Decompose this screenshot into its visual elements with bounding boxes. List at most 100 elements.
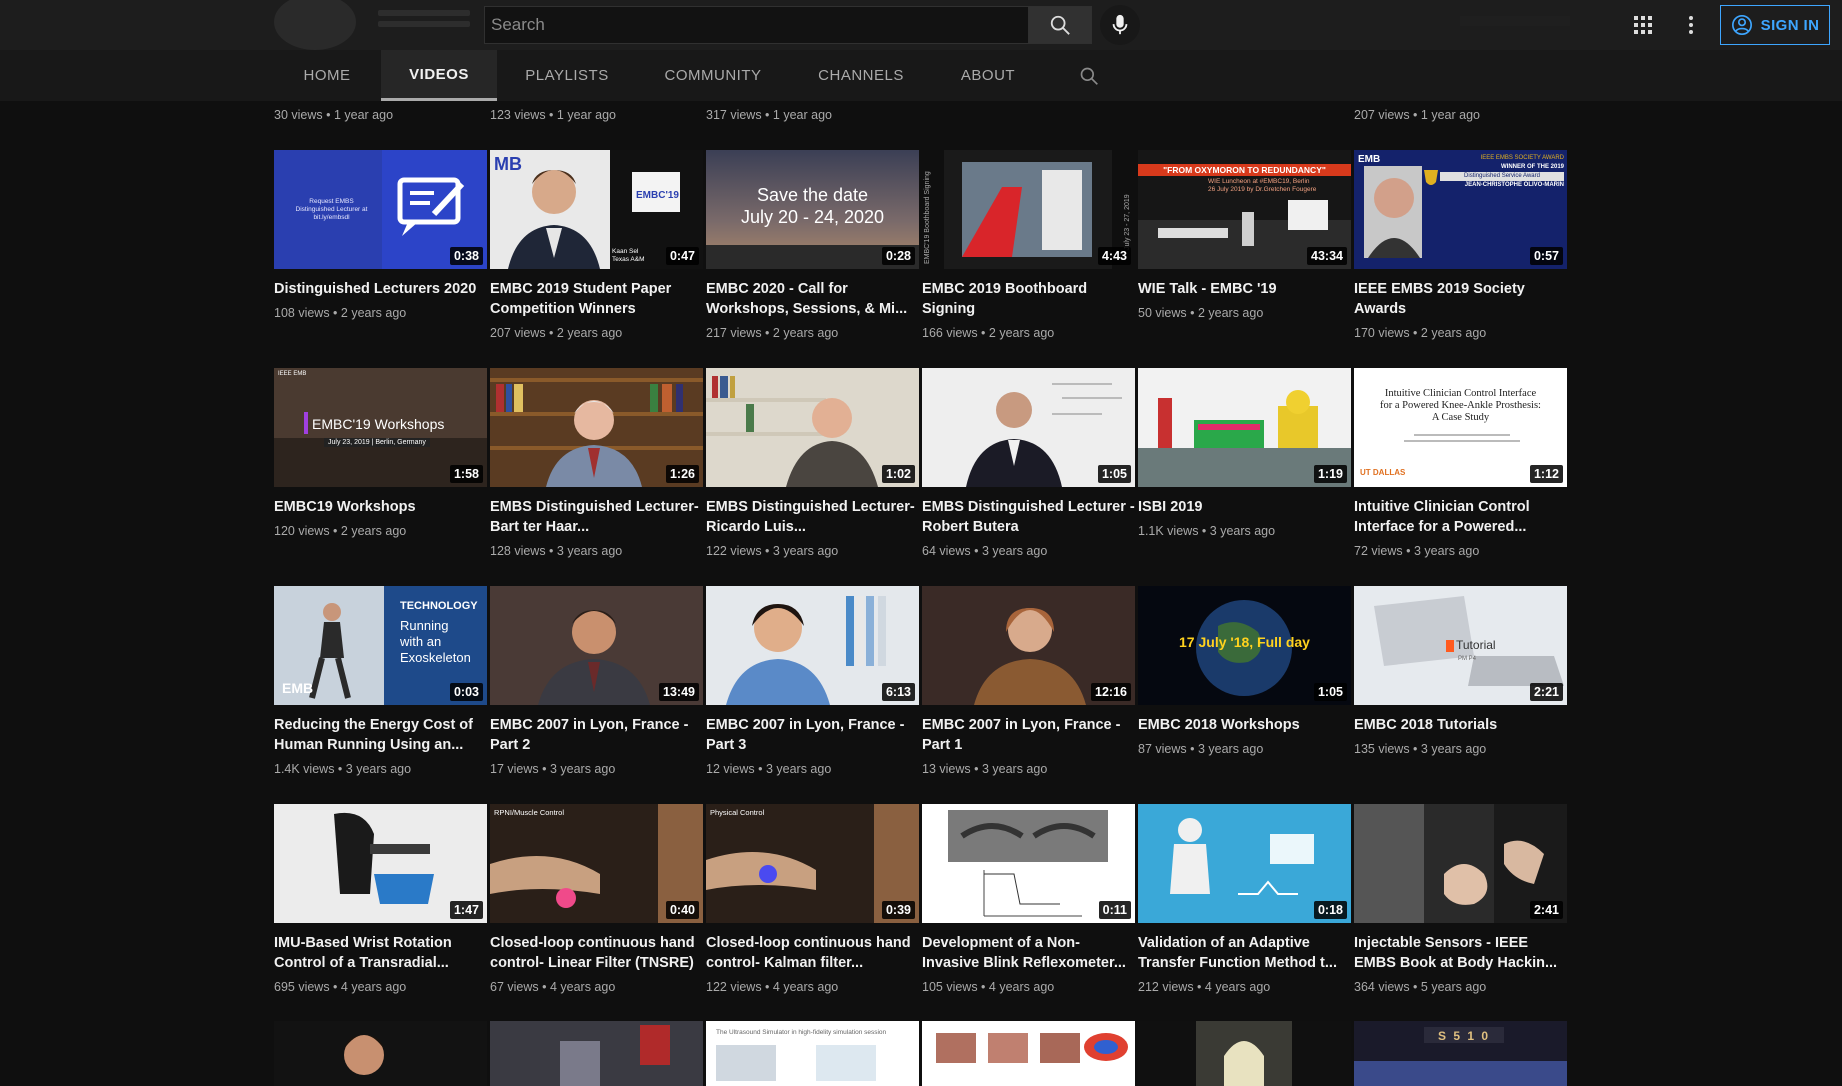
video-thumbnail[interactable]: 17 July '18, Full day 1:05 [1138,586,1351,705]
video-title[interactable]: EMBC 2020 - Call for Workshops, Sessions… [706,279,919,319]
video-thumbnail[interactable] [1138,1021,1351,1086]
video-card[interactable]: 13:49 EMBC 2007 in Lyon, France - Part 2… [490,586,703,777]
video-card[interactable]: MB EMBC'19 Kaan Sel Texas A&M 0:47 EMBC 2… [490,150,703,341]
tab-playlists[interactable]: PLAYLISTS [512,50,622,101]
video-thumbnail[interactable]: EMB IEEE EMBS SOCIETY AWARD WINNER OF TH… [1354,150,1567,269]
search-button[interactable] [1028,6,1092,44]
video-thumbnail[interactable]: 2:41 [1354,804,1567,923]
video-card[interactable]: 6:13 EMBC 2007 in Lyon, France - Part 3 … [706,586,919,777]
video-thumbnail[interactable]: Save the date July 20 - 24, 2020 0:28 [706,150,919,269]
video-thumbnail[interactable]: 12:16 [922,586,1135,705]
video-title[interactable]: EMBS Distinguished Lecturer - Robert But… [922,497,1135,537]
video-title[interactable]: EMBC 2007 in Lyon, France - Part 3 [706,715,919,755]
video-card[interactable]: 1:05 EMBS Distinguished Lecturer - Rober… [922,368,1135,559]
voice-search-button[interactable] [1100,5,1140,45]
video-title[interactable]: Validation of an Adaptive Transfer Funct… [1138,933,1351,973]
video-card[interactable]: IEEE EMB EMBC'19 Workshops July 23, 2019… [274,368,487,539]
thumbnail-caption: Request EMBS Distinguished Lecturer at bit… [295,198,368,221]
video-title[interactable]: EMBC 2007 in Lyon, France - Part 2 [490,715,703,755]
video-thumbnail[interactable]: Tutorial PM P4 2:21 [1354,586,1567,705]
video-card[interactable]: Tutorial PM P4 2:21 EMBC 2018 Tutorials … [1354,586,1567,757]
video-card[interactable]: 1:47 IMU-Based Wrist Rotation Control of… [274,804,487,995]
video-thumbnail[interactable] [274,1021,487,1086]
video-title[interactable]: EMBS Distinguished Lecturer- Bart ter Ha… [490,497,703,537]
thumbnail-caption: PM P4 [1458,656,1477,662]
video-title[interactable]: EMBC 2019 Boothboard Signing [922,279,1135,319]
channel-search-button[interactable] [1076,63,1102,89]
video-title[interactable]: EMBC 2019 Student Paper Competition Winn… [490,279,703,319]
video-card[interactable]: 12:16 EMBC 2007 in Lyon, France - Part 1… [922,586,1135,777]
video-title[interactable]: Intuitive Clinician Control Interface fo… [1354,497,1567,537]
video-card[interactable]: 0:11 Development of a Non-Invasive Blink… [922,804,1135,995]
video-title[interactable]: IEEE EMBS 2019 Society Awards [1354,279,1567,319]
video-card[interactable]: 1:02 EMBS Distinguished Lecturer- Ricard… [706,368,919,559]
video-thumbnail[interactable]: 0:18 [1138,804,1351,923]
video-card[interactable]: EMBC'19 Boothboard Signing July 23 - 27,… [922,150,1135,341]
video-thumbnail[interactable] [490,1021,703,1086]
video-title[interactable]: Closed-loop continuous hand control- Kal… [706,933,919,973]
video-title[interactable]: EMBC19 Workshops [274,497,487,517]
thumbnail-caption: Intuitive Clinician Control Interface for… [1380,388,1541,423]
video-card[interactable]: Physical Control 0:39 Closed-loop contin… [706,804,919,995]
video-thumbnail[interactable]: TECHNOLOGY Running with an Exoskeleton EMB… [274,586,487,705]
video-thumbnail[interactable]: 6:13 [706,586,919,705]
video-thumbnail[interactable]: MB EMBC'19 Kaan Sel Texas A&M 0:47 [490,150,703,269]
video-title[interactable]: ISBI 2019 [1138,497,1351,517]
video-card[interactable]: TECHNOLOGY Running with an Exoskeleton EMB… [274,586,487,777]
video-meta: 30 views • 1 year ago [274,108,394,122]
video-thumbnail[interactable]: 1:02 [706,368,919,487]
video-thumbnail[interactable]: IEEE EMB EMBC'19 Workshops July 23, 2019… [274,368,487,487]
video-title[interactable]: EMBS Distinguished Lecturer- Ricardo Lui… [706,497,919,537]
video-title[interactable]: Development of a Non-Invasive Blink Refl… [922,933,1135,973]
video-meta: 135 views • 3 years ago [1354,742,1487,756]
video-title[interactable]: Injectable Sensors - IEEE EMBS Book at B… [1354,933,1567,973]
video-card[interactable]: EMB IEEE EMBS SOCIETY AWARD WINNER OF TH… [1354,150,1567,341]
video-card[interactable]: 1:19 ISBI 2019 1.1K views • 3 years ago [1138,368,1351,539]
apps-button[interactable] [1628,12,1658,38]
tab-community[interactable]: COMMUNITY [652,50,774,101]
video-thumbnail[interactable] [922,1021,1135,1086]
video-title[interactable]: Reducing the Energy Cost of Human Runnin… [274,715,487,755]
video-title[interactable]: Closed-loop continuous hand control- Lin… [490,933,703,973]
video-card[interactable]: 1:26 EMBS Distinguished Lecturer- Bart t… [490,368,703,559]
video-card[interactable]: 2:41 Injectable Sensors - IEEE EMBS Book… [1354,804,1567,995]
video-title[interactable]: EMBC 2007 in Lyon, France - Part 1 [922,715,1135,755]
video-title[interactable]: WIE Talk - EMBC '19 [1138,279,1351,299]
video-thumbnail[interactable]: S 5 1 0 [1354,1021,1567,1086]
video-meta: 207 views • 1 year ago [1354,108,1480,122]
video-thumbnail[interactable]: 1:47 [274,804,487,923]
tab-home[interactable]: HOME [288,50,366,101]
video-thumbnail[interactable]: 0:11 [922,804,1135,923]
channel-avatar[interactable] [274,0,356,50]
video-thumbnail[interactable]: 1:19 [1138,368,1351,487]
video-thumbnail[interactable]: 1:05 [922,368,1135,487]
search-input[interactable] [485,7,1028,43]
search-box[interactable] [484,6,1028,44]
video-meta: 695 views • 4 years ago [274,980,407,994]
video-card[interactable]: Save the date July 20 - 24, 2020 0:28 EMB… [706,150,919,341]
video-thumbnail[interactable]: 1:26 [490,368,703,487]
video-thumbnail[interactable]: "FROM OXYMORON TO REDUNDANCY" WIE Lunche… [1138,150,1351,269]
video-thumbnail[interactable]: EMBC'19 Boothboard Signing July 23 - 27,… [922,150,1135,269]
video-card[interactable]: 17 July '18, Full day 1:05 EMBC 2018 Wor… [1138,586,1351,757]
video-title[interactable]: IMU-Based Wrist Rotation Control of a Tr… [274,933,487,973]
tab-about[interactable]: ABOUT [948,50,1028,101]
tab-channels[interactable]: CHANNELS [806,50,916,101]
tab-videos[interactable]: VIDEOS [381,50,497,101]
video-card[interactable]: Request EMBS Distinguished Lecturer at bit… [274,150,487,321]
video-card[interactable]: Intuitive Clinician Control Interface for… [1354,368,1567,559]
settings-menu-button[interactable] [1678,12,1704,38]
video-thumbnail[interactable]: RPNI/Muscle Control 0:40 [490,804,703,923]
video-thumbnail[interactable]: Intuitive Clinician Control Interface for… [1354,368,1567,487]
video-title[interactable]: EMBC 2018 Workshops [1138,715,1351,735]
video-thumbnail[interactable]: Physical Control 0:39 [706,804,919,923]
video-title[interactable]: Distinguished Lecturers 2020 [274,279,487,299]
video-title[interactable]: EMBC 2018 Tutorials [1354,715,1567,735]
video-thumbnail[interactable]: Request EMBS Distinguished Lecturer at bit… [274,150,487,269]
video-card[interactable]: "FROM OXYMORON TO REDUNDANCY" WIE Lunche… [1138,150,1351,321]
video-card[interactable]: 0:18 Validation of an Adaptive Transfer … [1138,804,1351,995]
video-thumbnail[interactable]: 13:49 [490,586,703,705]
sign-in-button[interactable]: SIGN IN [1720,5,1830,45]
video-thumbnail[interactable]: The Ultrasound Simulator in high-fidelit… [706,1021,919,1086]
video-card[interactable]: RPNI/Muscle Control 0:40 Closed-loop con… [490,804,703,995]
